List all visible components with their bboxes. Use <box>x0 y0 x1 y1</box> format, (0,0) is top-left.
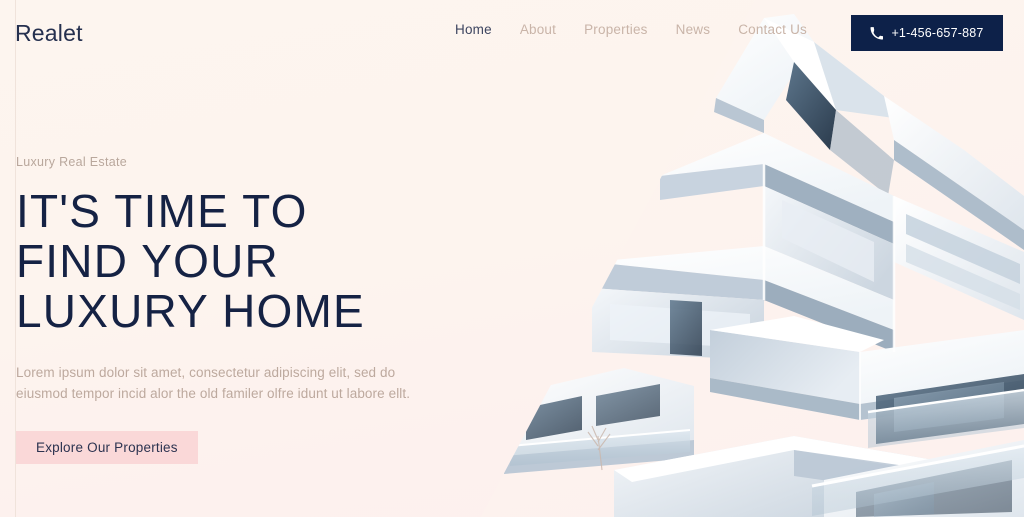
nav-item-about[interactable]: About <box>520 22 556 37</box>
hero-content: Luxury Real Estate IT'S TIME TO FIND YOU… <box>16 155 486 464</box>
phone-icon <box>870 26 884 40</box>
nav-item-contact-us[interactable]: Contact Us <box>738 22 807 37</box>
nav-item-home[interactable]: Home <box>455 22 492 37</box>
phone-cta-button[interactable]: +1-456-657-887 <box>851 15 1003 51</box>
hero-page: Realet Home About Properties News Contac… <box>0 0 1024 517</box>
hero-subcopy: Lorem ipsum dolor sit amet, consectetur … <box>16 365 411 401</box>
brand-logo[interactable]: Realet <box>15 20 83 47</box>
hero-building-image <box>480 0 1024 517</box>
hero-eyebrow: Luxury Real Estate <box>16 155 128 169</box>
phone-number-label: +1-456-657-887 <box>891 26 984 40</box>
main-navigation: Home About Properties News Contact Us <box>455 22 807 37</box>
hero-headline: IT'S TIME TO FIND YOUR LUXURY HOME <box>16 185 365 337</box>
nav-item-news[interactable]: News <box>676 22 711 37</box>
explore-properties-button[interactable]: Explore Our Properties <box>16 431 198 464</box>
nav-item-properties[interactable]: Properties <box>584 22 648 37</box>
site-header: Realet Home About Properties News Contac… <box>0 0 1024 66</box>
